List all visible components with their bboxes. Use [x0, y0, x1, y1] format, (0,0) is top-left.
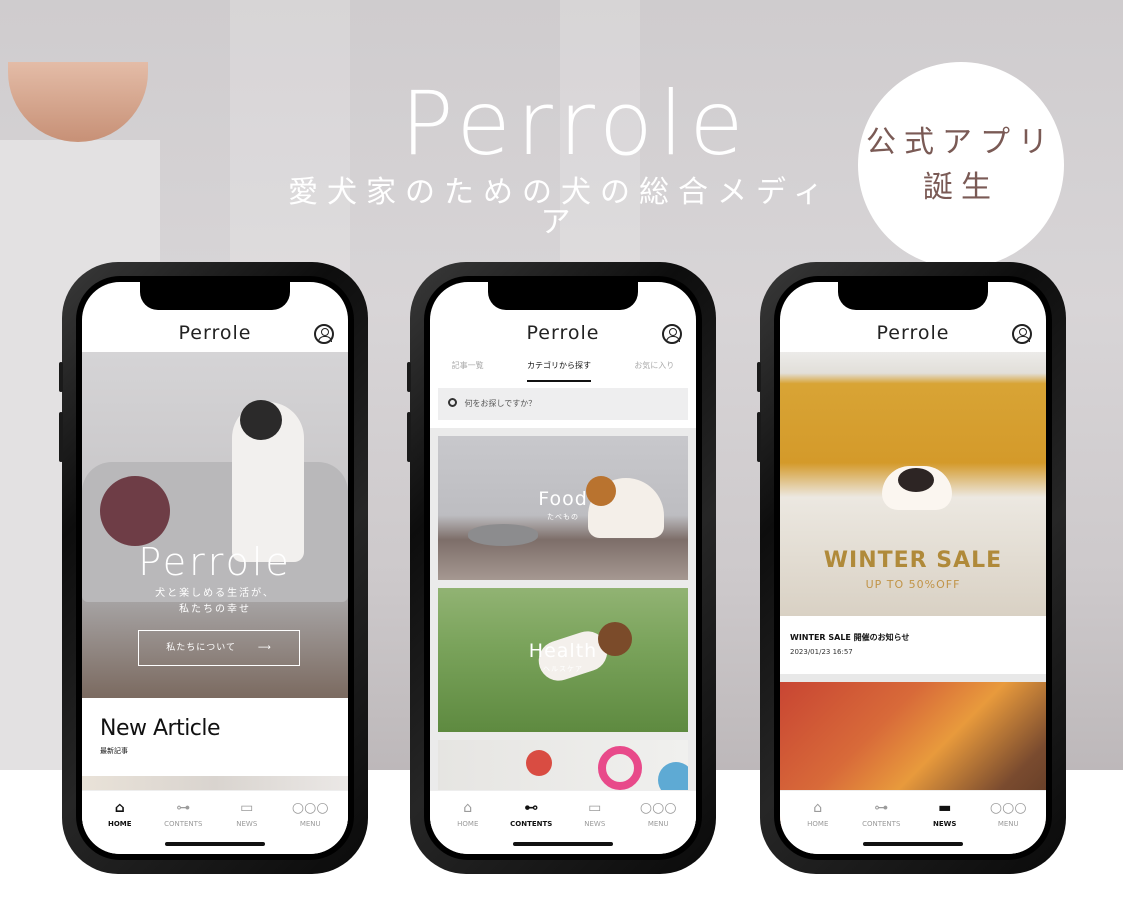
category-subtitle: ヘルスケア	[543, 665, 583, 673]
chat-icon: ▭	[588, 800, 602, 816]
news-image-winter-sale[interactable]: WINTER SALE UP TO 50%OFF	[780, 352, 1046, 616]
dog-head	[240, 400, 282, 440]
badge-line1: 公式アプリ	[866, 125, 1056, 160]
bone-icon: ⊶	[874, 800, 889, 816]
phone-home: Perrole Perrole 犬と楽しめる生活が、 私たちの幸せ 私たちについ…	[59, 262, 368, 874]
home-indicator	[513, 842, 613, 846]
screen: Perrole 記事一覧 カテゴリから探す お気に入り 何をお探しですか？ Fo…	[430, 282, 696, 854]
tab-label: HOME	[807, 820, 829, 828]
category-title: Health	[528, 640, 598, 662]
tab-home[interactable]: ⌂ HOME	[436, 791, 500, 854]
side-button	[407, 412, 411, 462]
app-header-title: Perrole	[876, 322, 950, 344]
about-us-label: 私たちについて	[166, 643, 236, 653]
hero-brand: Perrole	[138, 540, 292, 584]
home-icon: ⌂	[114, 800, 125, 816]
dog-nose	[898, 468, 934, 492]
tab-label: HOME	[107, 820, 132, 828]
screen: Perrole WINTER SALE UP TO 50%OFF WINTER …	[780, 282, 1046, 854]
side-button	[59, 362, 63, 392]
food-bowl	[468, 524, 538, 546]
sale-title: WINTER SALE	[823, 548, 1003, 573]
tagline: 愛犬家のための犬の総合メディア	[288, 175, 832, 240]
home-icon: ⌂	[463, 800, 473, 816]
category-title: Food	[538, 488, 588, 510]
category-card-food[interactable]: Food たべもの	[438, 436, 688, 580]
tab-label: CONTENTS	[862, 820, 901, 828]
side-button	[757, 362, 761, 392]
hero-subtitle-line1: 犬と楽しめる生活が、	[155, 588, 275, 599]
brand-logo: Perrole	[400, 72, 750, 175]
about-us-button[interactable]: 私たちについて ⟶	[138, 630, 300, 666]
launch-badge: 公式アプリ 誕生	[858, 62, 1064, 268]
tab-favorites[interactable]: お気に入り	[634, 354, 674, 382]
profile-icon[interactable]	[662, 324, 682, 344]
bone-icon: ⊶	[176, 800, 191, 816]
app-header-title: Perrole	[178, 322, 252, 344]
arrow-right-icon: ⟶	[257, 643, 272, 653]
tab-menu[interactable]: ○○○ MENU	[977, 791, 1041, 854]
home-indicator	[165, 842, 265, 846]
sale-subtitle: UP TO 50%OFF	[865, 578, 961, 591]
search-placeholder: 何をお探しですか？	[464, 399, 537, 408]
profile-icon[interactable]	[314, 324, 334, 344]
toy-ring	[598, 746, 642, 790]
tab-article-list[interactable]: 記事一覧	[452, 354, 484, 382]
divider	[780, 674, 1046, 682]
category-tabs: 記事一覧 カテゴリから探す お気に入り	[430, 354, 696, 382]
home-icon: ⌂	[813, 800, 823, 816]
tab-home[interactable]: ⌂ HOME	[786, 791, 850, 854]
more-dots-icon: ○○○	[989, 800, 1027, 816]
tab-menu[interactable]: ○○○ MENU	[279, 791, 343, 854]
badge-line2: 誕生	[923, 170, 999, 205]
phone-news: Perrole WINTER SALE UP TO 50%OFF WINTER …	[757, 262, 1066, 874]
tab-label: CONTENTS	[510, 820, 553, 828]
phone-contents: Perrole 記事一覧 カテゴリから探す お気に入り 何をお探しですか？ Fo…	[407, 262, 716, 874]
side-button	[59, 412, 63, 462]
more-dots-icon: ○○○	[291, 800, 329, 816]
tab-browse-category[interactable]: カテゴリから探す	[526, 354, 591, 382]
cushion	[100, 476, 170, 546]
category-card-health[interactable]: Health ヘルスケア	[438, 588, 688, 732]
notch	[140, 282, 290, 310]
tab-label: MENU	[997, 820, 1019, 828]
new-article-subheading: 最新記事	[100, 747, 128, 755]
app-header-title: Perrole	[526, 322, 600, 344]
tab-label: CONTENTS	[164, 820, 203, 828]
more-dots-icon: ○○○	[639, 800, 677, 816]
tab-label: NEWS	[584, 820, 606, 828]
side-button	[407, 362, 411, 392]
search-input[interactable]: 何をお探しですか？	[438, 388, 688, 420]
home-indicator	[863, 842, 963, 846]
notch	[488, 282, 638, 310]
notch	[838, 282, 988, 310]
news-item-title[interactable]: WINTER SALE 開催のお知らせ	[790, 632, 910, 643]
tab-menu[interactable]: ○○○ MENU	[627, 791, 691, 854]
screen: Perrole Perrole 犬と楽しめる生活が、 私たちの幸せ 私たちについ…	[82, 282, 348, 854]
new-article-heading: New Article	[100, 716, 221, 741]
search-icon	[448, 398, 457, 407]
side-button	[757, 412, 761, 462]
hero-subtitle: 犬と楽しめる生活が、 私たちの幸せ	[82, 586, 348, 618]
tab-label: MENU	[647, 820, 669, 828]
profile-icon[interactable]	[1012, 324, 1032, 344]
chat-icon: ▬	[938, 800, 952, 816]
category-subtitle: たべもの	[547, 513, 579, 521]
hero-subtitle-line2: 私たちの幸せ	[179, 604, 251, 615]
decor-bowl	[8, 62, 148, 142]
tab-home[interactable]: ⌂ HOME	[88, 791, 152, 854]
chat-icon: ▭	[240, 800, 254, 816]
toy-ball	[526, 750, 552, 776]
bone-icon: ⊷	[524, 800, 539, 816]
news-item-date: 2023/01/23 16:57	[790, 648, 853, 656]
tab-label: HOME	[457, 820, 479, 828]
tab-label: MENU	[299, 820, 321, 828]
tab-label: NEWS	[933, 820, 957, 828]
tab-label: NEWS	[236, 820, 258, 828]
